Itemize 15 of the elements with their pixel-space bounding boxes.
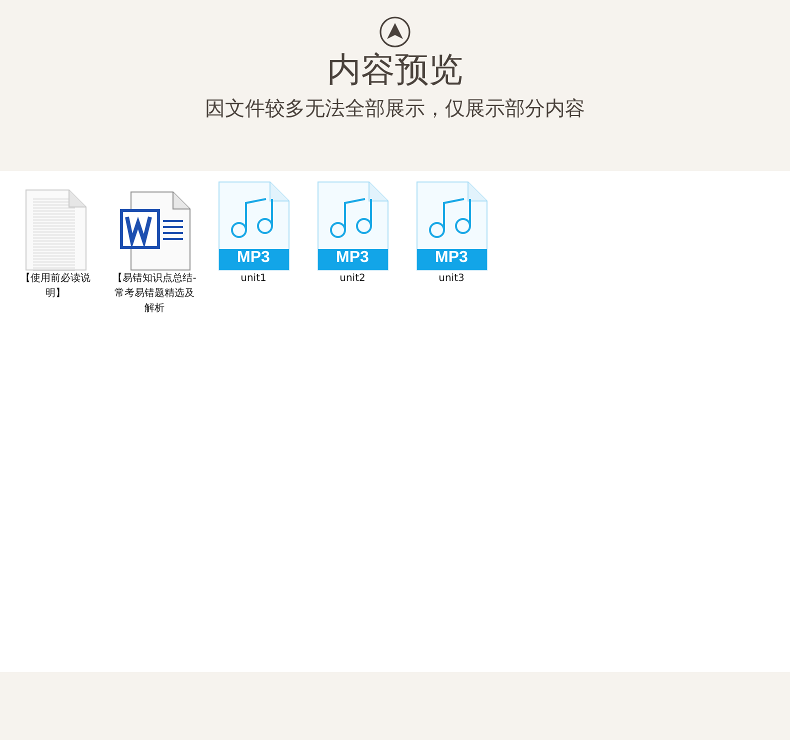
file-type-label: MP3 [434,249,469,268]
text-file-icon [24,189,86,271]
file-name: 【易错知识点总结-常考易错题精选及解析 [112,272,198,316]
mp3-file-icon [316,181,388,271]
mp3-file-icon [416,181,488,271]
word-document-icon [118,191,190,271]
mp3-file-icon [218,181,290,271]
file-type-label: MP3 [236,249,271,268]
file-name: unit2 [338,272,366,286]
page-title: 内容预览 [327,50,463,90]
page-subtitle: 因文件较多无法全部展示，仅展示部分内容 [205,95,585,122]
file-name: 【使用前必读说明】 [20,272,92,301]
file-name: unit3 [438,272,466,286]
file-type-label: MP3 [335,249,370,268]
file-name: unit1 [240,272,268,286]
